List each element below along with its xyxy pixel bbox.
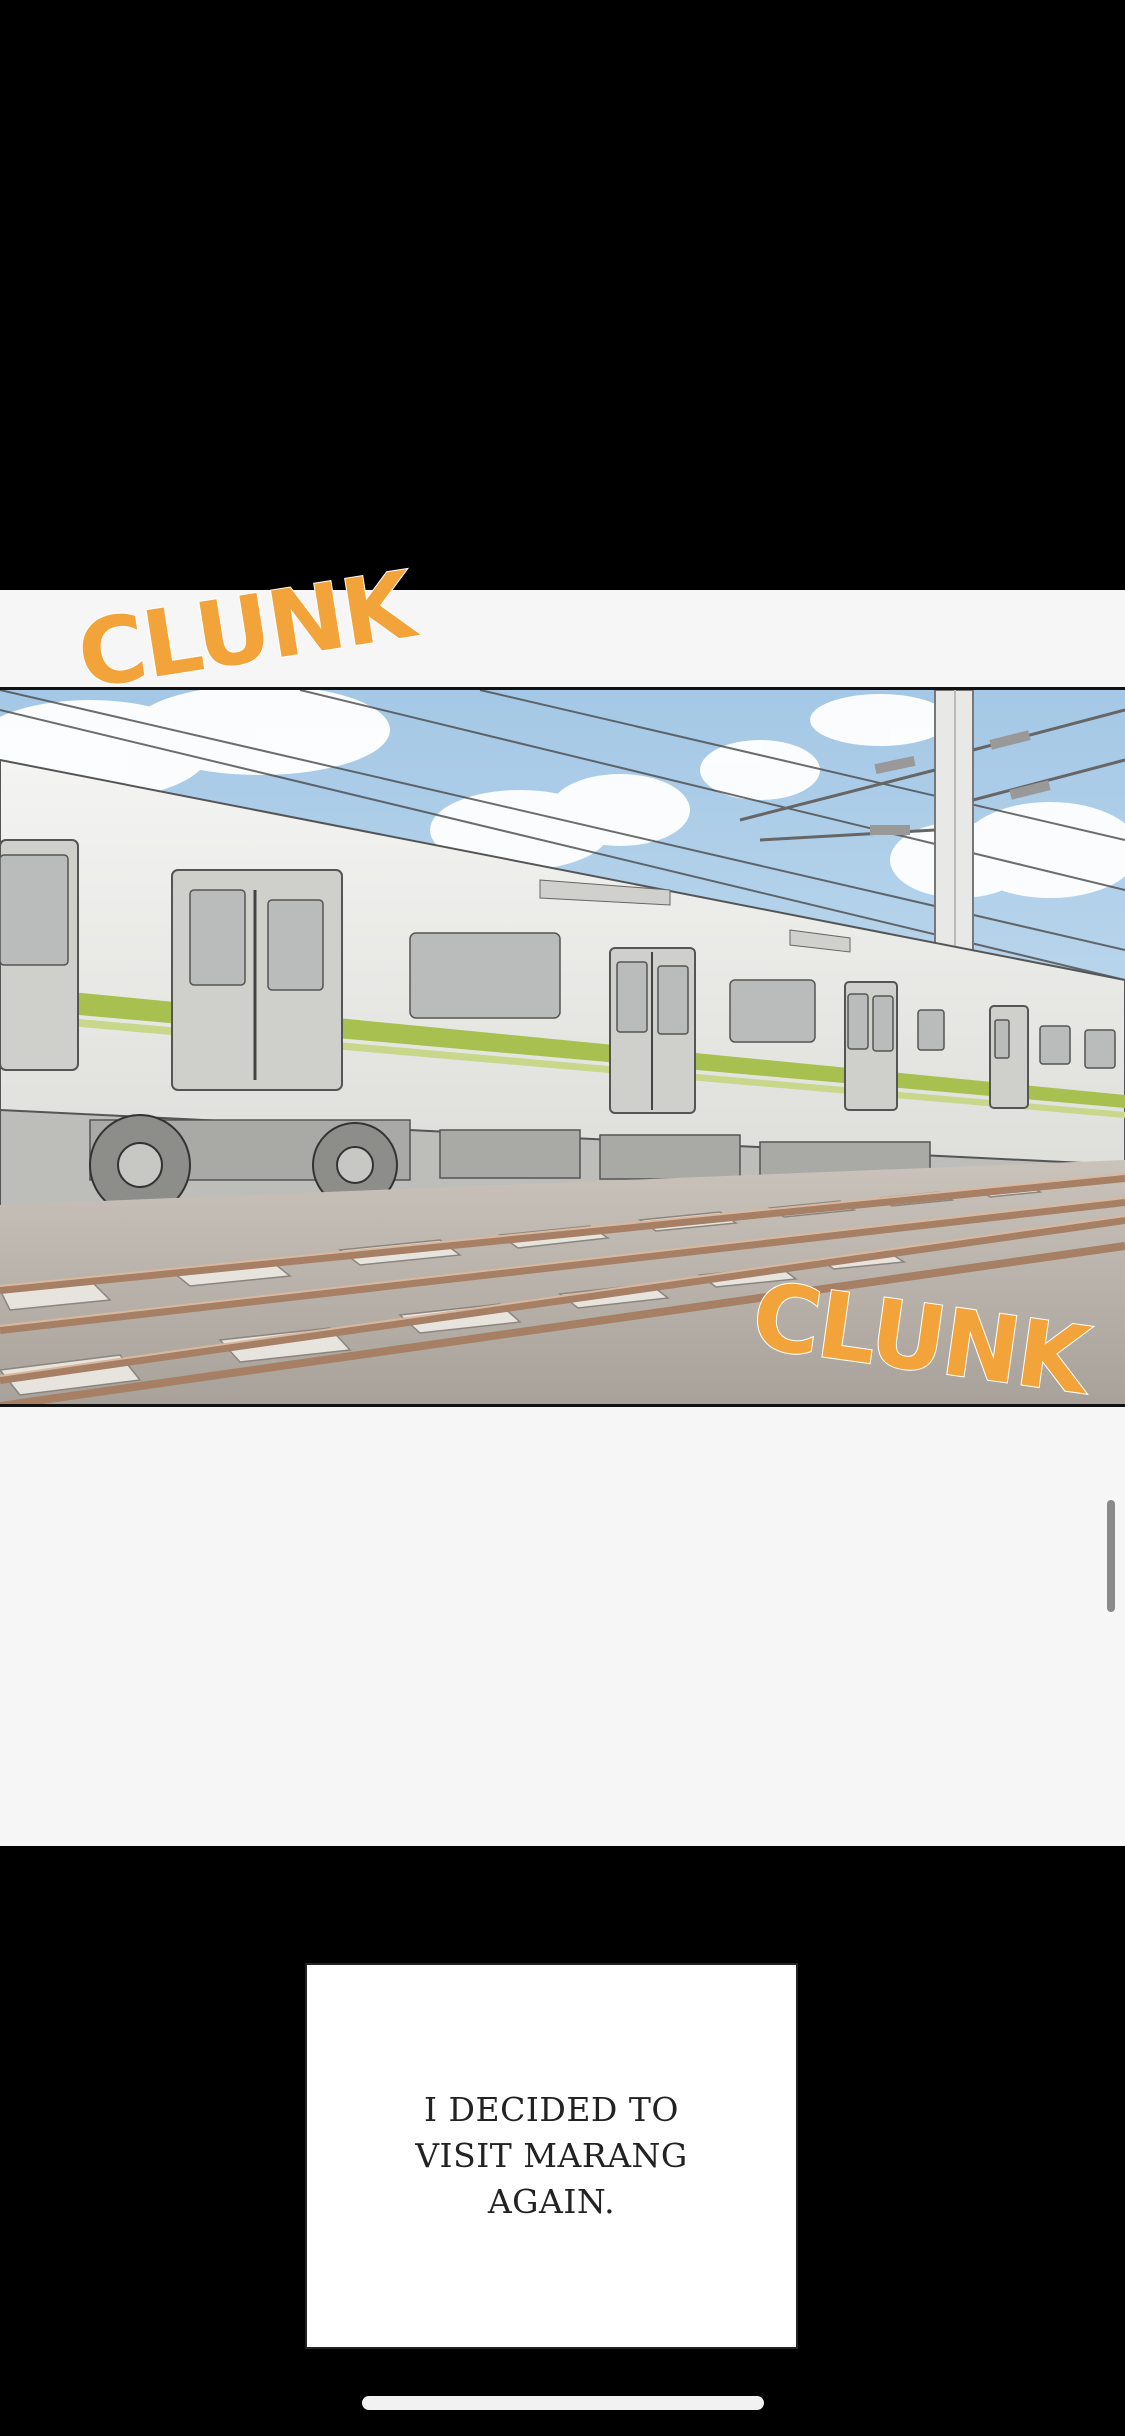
scrollbar-thumb[interactable] [1107, 1500, 1115, 1612]
comic-strip[interactable]: I DECIDED TO VISIT MARANG AGAIN. [0, 590, 1125, 2349]
home-indicator[interactable] [362, 2396, 764, 2410]
narration-caption-box: I DECIDED TO VISIT MARANG AGAIN. [305, 1963, 798, 2349]
narration-caption: I DECIDED TO VISIT MARANG AGAIN. [415, 2090, 688, 2221]
reader-screen[interactable]: I DECIDED TO VISIT MARANG AGAIN. CLUNK C… [0, 0, 1125, 2436]
